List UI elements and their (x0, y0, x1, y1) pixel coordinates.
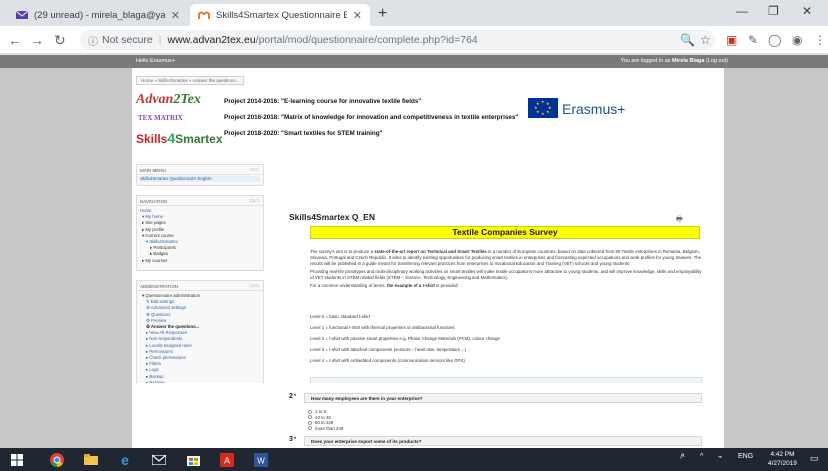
bookmark-star-icon[interactable]: ☆ (700, 33, 711, 47)
option-radio[interactable]: 50 to 249 (308, 420, 333, 425)
new-tab-button[interactable]: + (378, 5, 387, 23)
reload-icon[interactable]: ↻ (54, 32, 66, 49)
erasmus-logo-text: Erasmus+ (562, 101, 626, 117)
required-mark: * (293, 437, 297, 443)
project-line-2: Project 2016-2018: "Matrix of knowledge … (224, 114, 519, 121)
profile-icon[interactable]: ◉ (792, 33, 802, 47)
address-path: /portal/mod/questionnaire/complete.php?i… (255, 34, 478, 46)
radio[interactable] (308, 426, 312, 430)
option-radio[interactable]: 10 to 49 (308, 415, 331, 420)
svg-text:A: A (224, 455, 230, 465)
info-icon[interactable]: ⓘ (88, 33, 98, 48)
acrobat-icon[interactable]: A (216, 451, 238, 468)
block-controls-icon[interactable]: ▭▭ (250, 167, 259, 173)
block-header: ADMINISTRATION ▭▭ (137, 281, 263, 291)
print-icon[interactable]: 🖶 (676, 215, 683, 226)
page-title: Skills4Smartex Q_EN (289, 212, 375, 222)
level-item: Level 4 = t-shirt with embedded componen… (310, 358, 465, 363)
radio[interactable] (308, 420, 312, 425)
tab-close-icon[interactable]: ✕ (171, 9, 180, 22)
tab-title: Skills4Smartex Questionnaire Eng (216, 9, 347, 21)
level-item: Level 1 = functional t-shirt with therma… (310, 325, 455, 330)
word-icon[interactable]: W (250, 451, 272, 468)
browser-toolbar: ← → ↻ ⓘ Not secure | www.advan2tex.eu/po… (0, 26, 828, 54)
textile-matrix-logo: TEX MATRIX (138, 114, 183, 122)
pen-extension-icon[interactable]: ✎ (748, 33, 758, 47)
user-link[interactable]: Mirela Blaga (672, 58, 704, 64)
windows-start-icon[interactable] (6, 451, 28, 468)
browser-tabstrip: (29 unread) - mirela_blaga@yaho ✕ Skills… (0, 0, 828, 26)
block-controls-icon[interactable]: ▭▭ (250, 198, 259, 204)
address-bar[interactable]: ⓘ Not secure | www.advan2tex.eu/portal/m… (80, 30, 715, 50)
network-icon[interactable]: ⌁ (718, 453, 722, 461)
system-clock[interactable]: 4:42 PM 4/27/2019 (768, 450, 797, 468)
menu-dots-icon[interactable]: ⋮ (814, 33, 826, 47)
mail-icon[interactable] (148, 451, 170, 468)
windows-taskbar: e A W ዶ ^ ⌁ ENG 4:42 PM 4/27/2019 ▭ (0, 448, 828, 471)
people-icon[interactable]: ዶ (680, 453, 685, 461)
advan2tex-logo: Advan2Tex (136, 92, 201, 107)
pdf-extension-icon[interactable]: ▣ (726, 33, 737, 47)
intro-paragraph: Providing real-life prototypes and multi… (310, 269, 702, 280)
moodle-favicon-icon (198, 11, 210, 19)
breadcrumb[interactable]: Home » Skills4Smartex » Answer the quest… (136, 76, 245, 85)
eu-flag-icon: ★ ★ ★ ★ ★ ★ ★ ★ (528, 98, 558, 118)
notifications-icon[interactable]: ▭ (810, 453, 819, 464)
user-bar: Hello Erasmus+ You are logged in as Mire… (0, 55, 828, 68)
tab-questionnaire[interactable]: Skills4Smartex Questionnaire Eng ✕ (190, 4, 370, 26)
required-mark: * (293, 394, 297, 400)
edge-icon[interactable]: e (114, 451, 136, 468)
address-host: www.advan2tex.eu (167, 34, 256, 46)
tab-mail[interactable]: (29 unread) - mirela_blaga@yaho ✕ (8, 4, 188, 26)
option-radio[interactable]: 1 to 9 (308, 409, 326, 414)
level-item: Level 3 = t-shirt with attached componen… (310, 347, 467, 352)
zoom-icon[interactable]: 🔍 (680, 33, 695, 47)
hello-menu[interactable]: Hello Erasmus+ (136, 58, 175, 64)
question-box: How many employees are there in your ent… (304, 393, 702, 403)
forward-icon[interactable]: → (30, 32, 44, 48)
back-icon[interactable]: ← (8, 32, 22, 48)
page-content-lower: 2* How many employees are there in your … (132, 383, 724, 448)
tab-close-icon[interactable]: ✕ (353, 9, 362, 22)
skills4smartex-logo: Skills4Smartex (136, 130, 223, 146)
navigation-block: NAVIGATION ▭▭ Home ▾ My home ▸ Site pages… (136, 195, 264, 271)
radio[interactable] (308, 415, 312, 419)
not-secure-label: Not secure (102, 34, 153, 46)
project-line-1: Project 2014-2016: "E-learning course fo… (224, 98, 422, 105)
store-icon[interactable] (182, 451, 204, 468)
project-line-3: Project 2018-2020: "Smart textiles for S… (224, 130, 383, 137)
survey-intro: The survey's aim is to produce a state-o… (310, 249, 702, 291)
maximize-button[interactable]: ❐ (768, 4, 779, 18)
question-number: 2* (289, 393, 297, 400)
close-window-button[interactable]: ✕ (802, 4, 812, 18)
radio[interactable] (308, 409, 312, 414)
question-number: 3* (289, 436, 297, 443)
tab-title: (29 unread) - mirela_blaga@yaho (34, 9, 165, 21)
logout-link[interactable]: (Log out) (706, 58, 728, 64)
address-separator: | (158, 34, 162, 46)
chrome-icon[interactable] (46, 451, 68, 468)
minimize-button[interactable]: — (736, 4, 748, 18)
level-item: Level 0 = basic standard t-shirt (310, 314, 370, 319)
nav-item-my-courses[interactable]: ▸ My courses (140, 258, 260, 264)
login-info: You are logged in as Mirela Blaga (Log o… (620, 58, 728, 64)
extension-circle-icon[interactable]: ◯ (768, 33, 781, 47)
option-radio[interactable]: more than 249 (308, 426, 343, 431)
tray-chevron-up-icon[interactable]: ^ (700, 453, 703, 460)
main-menu-block: MAIN MENU ▭▭ Skills4Smartex Questionnaire… (136, 164, 264, 186)
block-header: NAVIGATION ▭▭ (137, 196, 263, 206)
intro-paragraph: For a common understanding of terms, the… (310, 283, 459, 288)
level-item: Level 2 = t-shirt with passive smart pro… (310, 336, 500, 341)
project-logos: Advan2Tex TEX MATRIX Skills4Smartex (136, 92, 236, 148)
intro-paragraph: The survey's aim is to produce a state-o… (310, 249, 702, 266)
mail-favicon-icon (16, 10, 28, 19)
main-menu-item[interactable]: Skills4Smartex Questionnaire English (140, 176, 260, 183)
question-box: Does your enterprise export some of its … (304, 436, 702, 446)
svg-text:W: W (257, 456, 265, 465)
language-indicator[interactable]: ENG (738, 453, 753, 460)
file-explorer-icon[interactable] (80, 451, 102, 468)
block-header: MAIN MENU ▭▭ (137, 165, 263, 175)
block-controls-icon[interactable]: ▭▭ (250, 283, 259, 289)
survey-title: Textile Companies Survey (310, 226, 700, 239)
